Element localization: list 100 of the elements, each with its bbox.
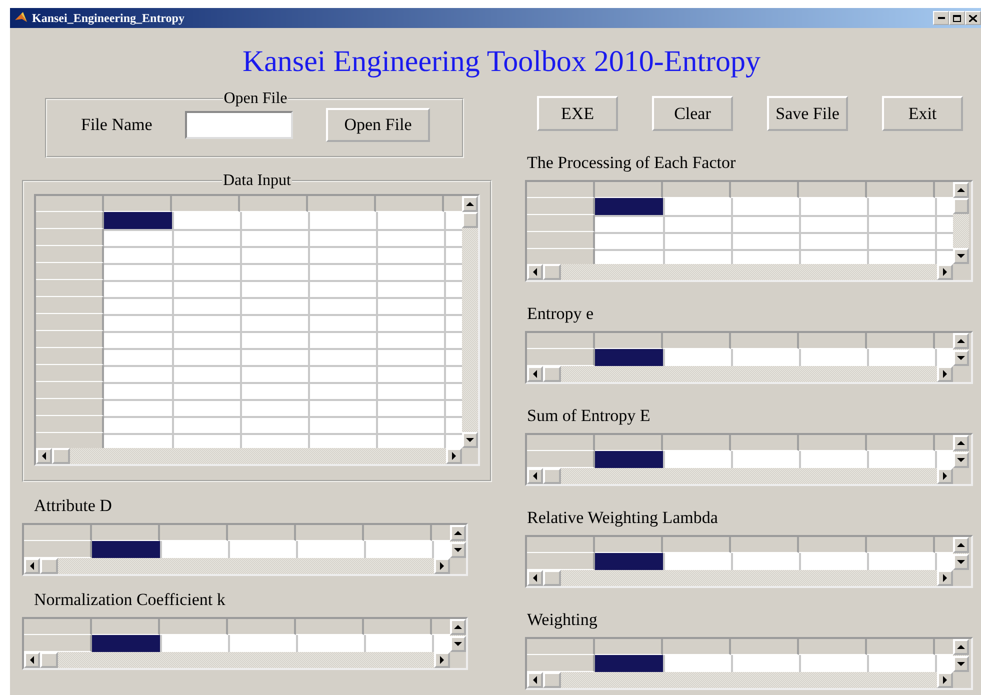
column-header[interactable] xyxy=(160,525,228,541)
scroll-left-button[interactable] xyxy=(527,366,543,382)
table-cell[interactable] xyxy=(172,331,240,348)
table-cell[interactable] xyxy=(376,246,444,263)
table-cell[interactable] xyxy=(240,399,308,416)
table-cell[interactable] xyxy=(376,263,444,280)
column-header[interactable] xyxy=(867,182,935,198)
row-header[interactable] xyxy=(36,263,104,280)
column-header[interactable] xyxy=(799,182,867,198)
column-header[interactable] xyxy=(172,196,240,212)
open-file-button[interactable]: Open File xyxy=(326,108,430,142)
scroll-up-button[interactable] xyxy=(462,196,478,212)
table-cell[interactable] xyxy=(308,280,376,297)
column-header[interactable] xyxy=(104,196,172,212)
row-header[interactable] xyxy=(36,331,104,348)
table-cell[interactable] xyxy=(867,232,935,249)
column-header[interactable] xyxy=(867,333,935,349)
table-cell[interactable] xyxy=(663,232,731,249)
vertical-scrollbar[interactable] xyxy=(953,639,969,672)
scroll-thumb[interactable] xyxy=(543,468,561,484)
table-cell[interactable] xyxy=(867,215,935,232)
scroll-right-button[interactable] xyxy=(937,672,953,688)
table-cell[interactable] xyxy=(663,215,731,232)
scroll-right-button[interactable] xyxy=(937,468,953,484)
table-cell[interactable] xyxy=(172,433,240,448)
table-cell[interactable] xyxy=(595,553,663,570)
horizontal-scrollbar[interactable] xyxy=(527,672,953,688)
row-header[interactable] xyxy=(36,246,104,263)
table-cell[interactable] xyxy=(172,365,240,382)
table-cell[interactable] xyxy=(92,541,160,558)
table-cell[interactable] xyxy=(308,263,376,280)
column-header[interactable] xyxy=(663,182,731,198)
table-cell[interactable] xyxy=(376,229,444,246)
scroll-up-button[interactable] xyxy=(953,182,969,198)
table-cell[interactable] xyxy=(376,297,444,314)
vertical-scrollbar[interactable] xyxy=(953,537,969,570)
data-table[interactable] xyxy=(525,433,973,486)
horizontal-scrollbar[interactable] xyxy=(527,570,953,586)
column-header[interactable] xyxy=(799,333,867,349)
table-cell[interactable] xyxy=(308,365,376,382)
table-cell[interactable] xyxy=(799,232,867,249)
table-cell[interactable] xyxy=(172,297,240,314)
scroll-down-button[interactable] xyxy=(953,350,969,366)
table-cell[interactable] xyxy=(240,348,308,365)
close-button[interactable] xyxy=(965,11,981,25)
column-header[interactable] xyxy=(364,525,432,541)
column-header[interactable] xyxy=(799,435,867,451)
minimize-button[interactable] xyxy=(933,11,949,25)
horizontal-scrollbar[interactable] xyxy=(24,558,450,574)
column-header[interactable] xyxy=(595,639,663,655)
row-header[interactable] xyxy=(36,314,104,331)
scroll-right-button[interactable] xyxy=(434,558,450,574)
action-button[interactable]: Exit xyxy=(882,96,963,131)
table-cell[interactable] xyxy=(172,416,240,433)
row-header[interactable] xyxy=(36,399,104,416)
table-cell[interactable] xyxy=(240,246,308,263)
column-header[interactable] xyxy=(731,639,799,655)
table-cell[interactable] xyxy=(731,232,799,249)
column-header[interactable] xyxy=(799,639,867,655)
scroll-left-button[interactable] xyxy=(24,558,40,574)
scroll-right-button[interactable] xyxy=(937,264,953,280)
scroll-down-button[interactable] xyxy=(450,636,466,652)
table-cell[interactable] xyxy=(172,314,240,331)
column-header[interactable] xyxy=(308,196,376,212)
scroll-right-button[interactable] xyxy=(434,652,450,668)
vertical-scrollbar[interactable] xyxy=(953,182,969,264)
row-header[interactable] xyxy=(36,416,104,433)
scroll-left-button[interactable] xyxy=(24,652,40,668)
table-cell[interactable] xyxy=(172,280,240,297)
table-cell[interactable] xyxy=(595,451,663,468)
column-header[interactable] xyxy=(663,435,731,451)
table-cell[interactable] xyxy=(867,249,935,264)
table-cell[interactable] xyxy=(731,215,799,232)
table-cell[interactable] xyxy=(663,249,731,264)
column-header[interactable] xyxy=(867,537,935,553)
column-header[interactable] xyxy=(92,619,160,635)
row-header[interactable] xyxy=(527,215,595,232)
scroll-down-button[interactable] xyxy=(953,554,969,570)
table-cell[interactable] xyxy=(92,635,160,652)
table-cell[interactable] xyxy=(376,399,444,416)
data-table[interactable] xyxy=(525,637,973,690)
scroll-left-button[interactable] xyxy=(527,468,543,484)
column-header[interactable] xyxy=(799,537,867,553)
column-header[interactable] xyxy=(296,619,364,635)
column-header[interactable] xyxy=(595,537,663,553)
row-header[interactable] xyxy=(36,382,104,399)
table-cell[interactable] xyxy=(172,263,240,280)
scroll-left-button[interactable] xyxy=(36,448,52,464)
column-header[interactable] xyxy=(364,619,432,635)
column-header[interactable] xyxy=(595,182,663,198)
row-header[interactable] xyxy=(527,198,595,215)
table-cell[interactable] xyxy=(240,331,308,348)
scroll-right-button[interactable] xyxy=(446,448,462,464)
row-header[interactable] xyxy=(527,232,595,249)
scroll-right-button[interactable] xyxy=(937,366,953,382)
column-header[interactable] xyxy=(228,525,296,541)
data-table[interactable] xyxy=(22,523,468,576)
table-cell[interactable] xyxy=(376,382,444,399)
table-cell[interactable] xyxy=(240,365,308,382)
file-name-field[interactable] xyxy=(185,111,293,139)
